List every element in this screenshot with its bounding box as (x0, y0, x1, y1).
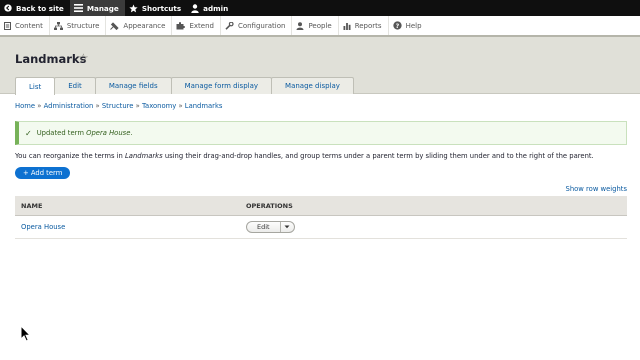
menu-item-extend-label: Extend (189, 21, 214, 30)
menu-item-extend[interactable]: Extend (172, 16, 221, 35)
terms-table: NAME OPERATIONS Opera House Edit (15, 196, 627, 239)
help-text-before: You can reorganize the terms in (15, 152, 126, 160)
menu-item-content-label: Content (15, 21, 43, 30)
show-row-weights-link[interactable]: Show row weights (566, 185, 627, 193)
tab-edit[interactable]: Edit (54, 77, 96, 94)
status-message: ✓ Updated term Opera House. (15, 121, 627, 145)
menu-item-configuration[interactable]: Configuration (221, 16, 293, 35)
appearance-icon (110, 21, 120, 30)
table-row: Opera House Edit (15, 216, 627, 239)
menu-item-structure[interactable]: Structure (50, 16, 107, 35)
svg-text:?: ? (395, 23, 399, 30)
breadcrumb-structure[interactable]: Structure (102, 102, 134, 110)
menu-item-configuration-label: Configuration (237, 21, 286, 30)
extend-icon (176, 21, 186, 29)
primary-tabs: List Edit Manage fields Manage form disp… (15, 77, 354, 95)
menu-item-content[interactable]: Content (0, 16, 50, 35)
content-icon (4, 21, 11, 30)
table-header: NAME OPERATIONS (15, 196, 627, 216)
menu-item-reports[interactable]: Reports (339, 16, 389, 35)
help-text: You can reorganize the terms in Landmark… (15, 152, 627, 160)
edit-button[interactable]: Edit (247, 222, 281, 232)
toolbar-bar: Back to site Manage Shortcuts admin (0, 0, 640, 16)
help-icon: ? (392, 21, 402, 30)
tab-manage-form-display[interactable]: Manage form display (170, 77, 273, 94)
breadcrumb-administration[interactable]: Administration (44, 102, 94, 110)
menu-item-help[interactable]: ? Help (389, 16, 428, 35)
column-header-name: NAME (21, 201, 43, 210)
menu-item-people-label: People (308, 21, 332, 30)
status-prefix: Updated term (36, 129, 87, 137)
page-title: Landmarks (15, 52, 87, 66)
menu-item-appearance-label: Appearance (123, 21, 166, 30)
shortcuts-label: Shortcuts (141, 3, 182, 13)
back-to-site-label: Back to site (16, 3, 64, 13)
menu-item-appearance[interactable]: Appearance (106, 16, 173, 35)
manage-tab[interactable]: Manage (69, 0, 125, 16)
hamburger-icon (73, 4, 83, 12)
shortcut-star-icon[interactable]: ☆ (78, 51, 89, 65)
star-icon (129, 3, 138, 12)
dropbutton-toggle[interactable] (281, 222, 294, 232)
user-tab[interactable]: admin (187, 0, 234, 16)
help-text-after: using their drag-and-drop handles, and g… (162, 152, 594, 160)
configuration-icon (225, 21, 234, 30)
tab-manage-display[interactable]: Manage display (271, 77, 354, 94)
breadcrumb-separator: » (37, 102, 42, 110)
breadcrumb-landmarks[interactable]: Landmarks (185, 102, 223, 110)
page-header: Landmarks ☆ List Edit Manage fields Mana… (0, 37, 640, 95)
breadcrumb: Home » Administration » Structure » Taxo… (15, 102, 222, 110)
mouse-cursor-icon (20, 325, 31, 342)
breadcrumb-separator: » (95, 102, 100, 110)
shortcuts-tab[interactable]: Shortcuts (125, 0, 187, 16)
operations-dropbutton: Edit (246, 221, 295, 233)
admin-menu-tray: Content Structure Appearance Extend Conf… (0, 16, 640, 37)
breadcrumb-separator: » (135, 102, 140, 110)
user-icon (191, 3, 199, 13)
status-term: Opera House (86, 129, 131, 137)
checkmark-icon: ✓ (25, 128, 32, 138)
column-header-operations: OPERATIONS (246, 201, 293, 210)
people-icon (296, 21, 304, 30)
status-suffix: . (130, 129, 133, 137)
menu-item-help-label: Help (405, 21, 422, 30)
help-text-vocab: Landmarks (125, 152, 163, 160)
add-term-button[interactable]: + Add term (15, 167, 71, 179)
tab-manage-fields[interactable]: Manage fields (94, 77, 172, 94)
tab-list[interactable]: List (15, 77, 56, 95)
reports-icon (343, 22, 351, 30)
menu-item-people[interactable]: People (292, 16, 339, 35)
back-arrow-icon (4, 4, 12, 12)
term-name-link[interactable]: Opera House (15, 223, 246, 231)
chevron-down-icon (284, 225, 290, 229)
breadcrumb-separator: » (178, 102, 183, 110)
breadcrumb-taxonomy[interactable]: Taxonomy (142, 102, 176, 110)
structure-icon (53, 21, 63, 30)
back-to-site-link[interactable]: Back to site (0, 0, 70, 16)
breadcrumb-home[interactable]: Home (15, 102, 35, 110)
manage-label: Manage (86, 3, 119, 13)
user-label: admin (203, 3, 229, 13)
menu-item-structure-label: Structure (66, 21, 100, 30)
menu-item-reports-label: Reports (354, 21, 382, 30)
